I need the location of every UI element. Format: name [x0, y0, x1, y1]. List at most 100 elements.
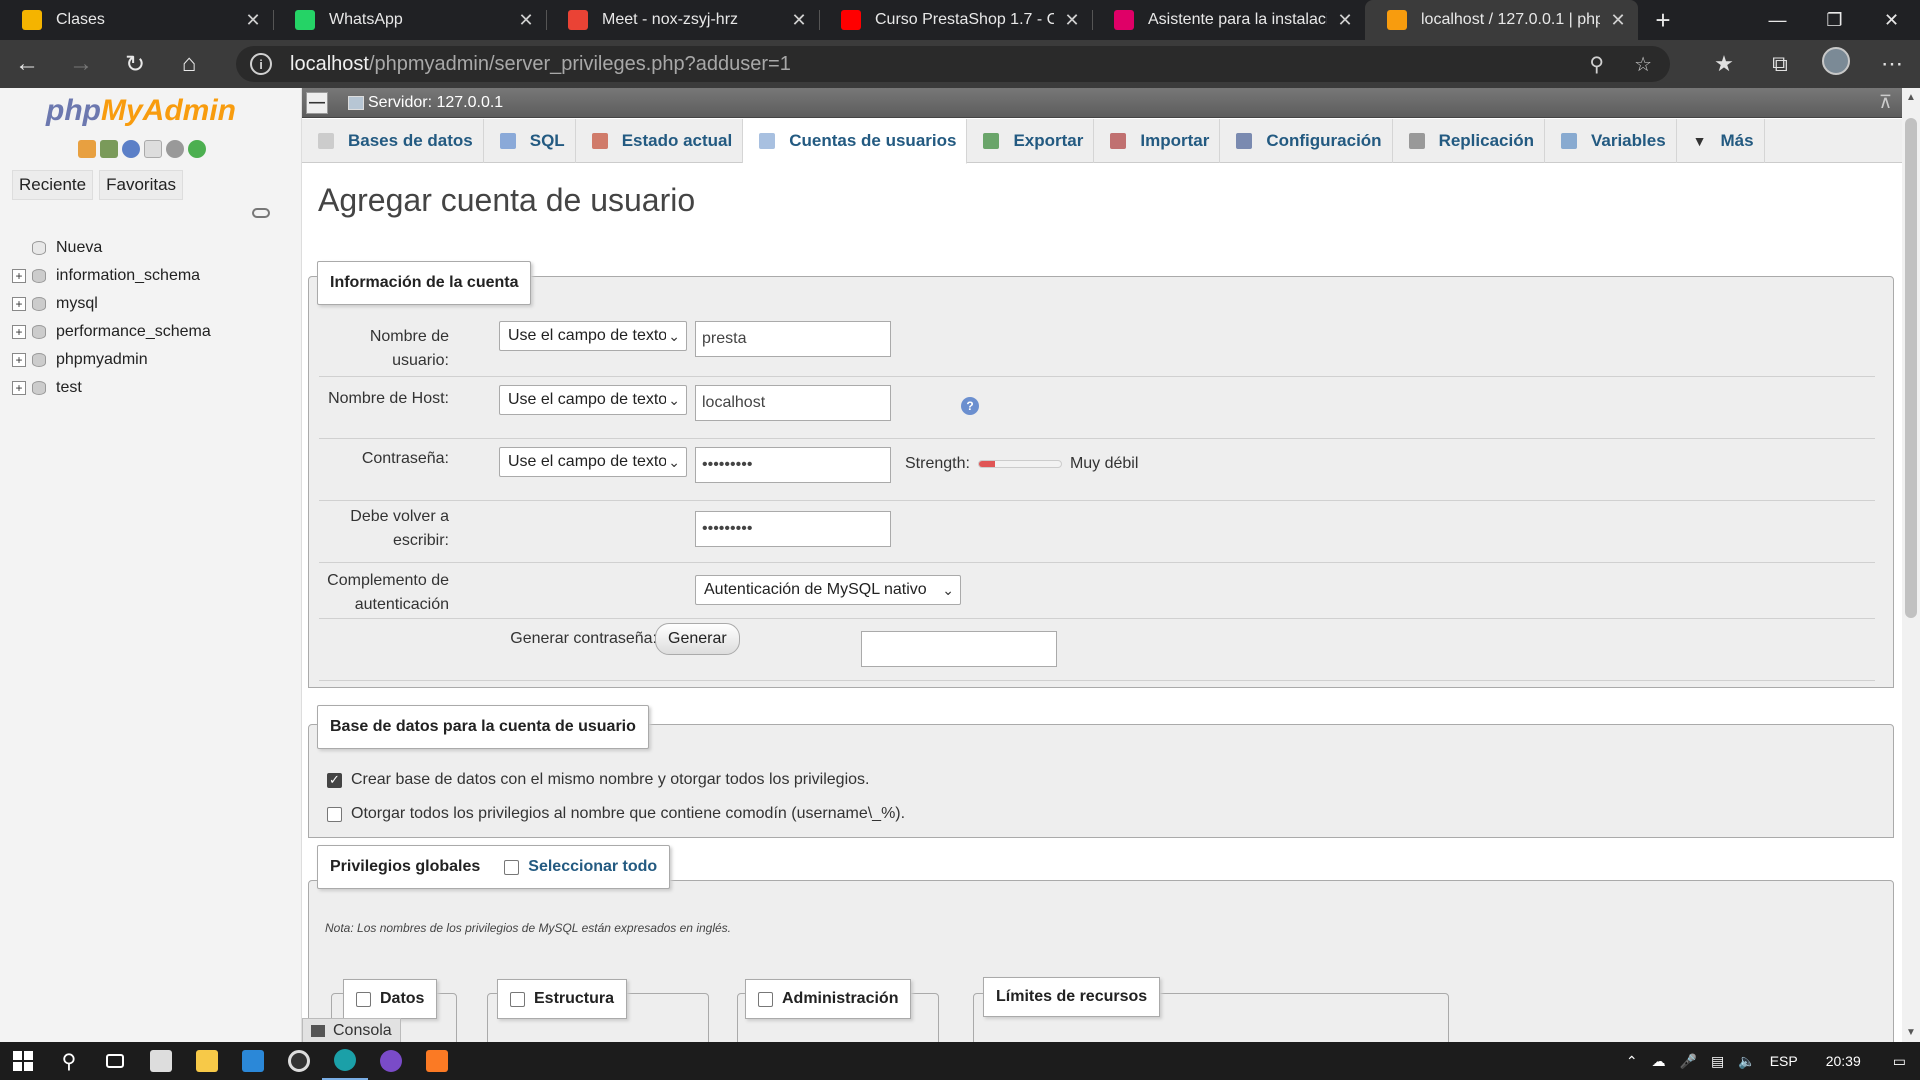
host-mode-select[interactable]: Use el campo de texto ⌄	[499, 385, 687, 415]
menu-tab-database[interactable]: Bases de datos	[302, 119, 484, 163]
host-input[interactable]: localhost	[695, 385, 891, 421]
create-db-checkbox[interactable]: ✓	[327, 772, 342, 788]
wildcard-db-option[interactable]: Otorgar todos los privilegios al nombre …	[327, 805, 905, 823]
expand-icon[interactable]: +	[12, 325, 26, 339]
admin-group-checkbox[interactable]	[758, 991, 773, 1007]
scroll-down-icon[interactable]: ▼	[1906, 1027, 1916, 1038]
password-input[interactable]: •••••••••	[695, 447, 891, 483]
tab-close-icon[interactable]: ✕	[516, 10, 536, 31]
retype-password-input[interactable]: •••••••••	[695, 511, 891, 547]
menu-tab-status[interactable]: Estado actual	[576, 119, 744, 163]
profile-avatar[interactable]	[1808, 47, 1864, 81]
menu-tab-chevron-down[interactable]: ▼ Más	[1677, 119, 1765, 163]
notifications-icon[interactable]: ▭	[1893, 1053, 1906, 1070]
restore-icon[interactable]: ❐	[1806, 0, 1863, 40]
minimize-icon[interactable]: —	[1749, 0, 1806, 40]
browser-tab[interactable]: Curso PrestaShop 1.7 - Cómo ✕	[819, 0, 1092, 40]
search-icon[interactable]: ⚲	[46, 1042, 92, 1080]
volume-icon[interactable]: 🔈	[1738, 1053, 1755, 1070]
tree-item-label[interactable]: test	[56, 379, 82, 397]
browser-tab[interactable]: Asistente para la instalación d ✕	[1092, 0, 1365, 40]
scroll-up-icon[interactable]: ▲	[1906, 92, 1916, 103]
select-all-option[interactable]: Seleccionar todo	[504, 858, 657, 876]
tree-item[interactable]: + information_schema	[12, 262, 211, 290]
menu-tab-variables[interactable]: Variables	[1545, 119, 1677, 163]
expand-icon[interactable]: +	[12, 381, 26, 395]
console-toggle[interactable]: Consola	[302, 1018, 401, 1042]
new-tab-button[interactable]: +	[1638, 0, 1688, 40]
microphone-icon[interactable]: 🎤	[1680, 1053, 1697, 1070]
tray-expand-icon[interactable]: ⌃	[1626, 1053, 1638, 1070]
page-scrollbar[interactable]: ▲ ▼	[1902, 88, 1920, 1042]
menu-tab-users[interactable]: Cuentas de usuarios	[743, 119, 968, 164]
auth-plugin-select[interactable]: Autenticación de MySQL nativo ⌄	[695, 575, 961, 605]
tree-item[interactable]: + performance_schema	[12, 318, 211, 346]
store-icon[interactable]	[138, 1042, 184, 1080]
scrollbar-thumb[interactable]	[1905, 118, 1917, 618]
browser-tab[interactable]: Meet - nox-zsyj-hrz ✕	[546, 0, 819, 40]
browser-tab[interactable]: localhost / 127.0.0.1 | phpMy ✕	[1365, 0, 1638, 40]
edge-icon[interactable]	[322, 1042, 368, 1080]
expand-icon[interactable]: +	[12, 297, 26, 311]
tree-item-label[interactable]: information_schema	[56, 267, 200, 285]
tree-item-label[interactable]: mysql	[56, 295, 98, 313]
menu-tab-import[interactable]: Importar	[1094, 119, 1221, 163]
key-icon[interactable]: ⚲	[1589, 52, 1604, 77]
logout-icon[interactable]	[100, 140, 118, 158]
close-window-icon[interactable]: ✕	[1863, 0, 1920, 40]
tab-close-icon[interactable]: ✕	[1335, 10, 1355, 31]
select-all-checkbox[interactable]	[504, 859, 520, 875]
help-icon[interactable]: ?	[961, 397, 979, 415]
collapse-nav-button[interactable]: —	[306, 91, 328, 114]
menu-tab-sql[interactable]: SQL	[484, 119, 576, 163]
collections-icon[interactable]: ⧉	[1752, 51, 1808, 77]
purple-app-icon[interactable]	[368, 1042, 414, 1080]
password-mode-select[interactable]: Use el campo de texto ⌄	[499, 447, 687, 477]
file-explorer-icon[interactable]	[184, 1042, 230, 1080]
menu-tab-wrench[interactable]: Configuración	[1220, 119, 1393, 163]
tree-item-label[interactable]: Nueva	[56, 239, 102, 257]
tab-close-icon[interactable]: ✕	[1062, 10, 1082, 31]
username-input[interactable]: presta	[695, 321, 891, 357]
media-app-icon[interactable]	[276, 1042, 322, 1080]
back-icon[interactable]: ←	[0, 50, 54, 78]
settings-icon[interactable]	[166, 140, 184, 158]
tree-item[interactable]: + test	[12, 374, 211, 402]
browser-tab[interactable]: Clases ✕	[0, 0, 273, 40]
tab-close-icon[interactable]: ✕	[1608, 10, 1628, 31]
forward-icon[interactable]: →	[54, 50, 108, 78]
server-label[interactable]: Servidor: 127.0.0.1	[368, 94, 503, 112]
expand-icon[interactable]: +	[12, 353, 26, 367]
menu-tab-export[interactable]: Exportar	[967, 119, 1095, 163]
xampp-icon[interactable]	[414, 1042, 460, 1080]
mail-icon[interactable]	[230, 1042, 276, 1080]
generate-button[interactable]: Generar	[655, 623, 740, 655]
favorites-icon[interactable]: ★	[1696, 51, 1752, 77]
network-icon[interactable]: ▤	[1711, 1053, 1724, 1070]
url-field[interactable]: i localhost /phpmyadmin/server_privilege…	[236, 46, 1670, 82]
username-mode-select[interactable]: Use el campo de texto ⌄	[499, 321, 687, 351]
structure-group-checkbox[interactable]	[510, 991, 525, 1007]
reload-icon[interactable]: ↻	[108, 50, 162, 79]
tree-item[interactable]: Nueva	[12, 234, 211, 262]
windows-start-icon[interactable]	[0, 1042, 46, 1080]
refresh-icon[interactable]	[188, 140, 206, 158]
tab-close-icon[interactable]: ✕	[789, 10, 809, 31]
generated-password-input[interactable]	[861, 631, 1057, 667]
data-group-checkbox[interactable]	[356, 991, 371, 1007]
recent-tab[interactable]: Reciente	[12, 170, 94, 200]
home-icon[interactable]: ⌂	[162, 50, 216, 78]
phpmyadmin-logo[interactable]: phpMyAdmin	[46, 94, 236, 128]
more-menu-icon[interactable]: ⋯	[1864, 51, 1920, 77]
home-icon[interactable]	[78, 140, 96, 158]
tree-item-label[interactable]: phpmyadmin	[56, 351, 148, 369]
docs-icon[interactable]	[144, 140, 162, 158]
collapse-top-icon[interactable]: ⊼	[1879, 92, 1892, 113]
tab-close-icon[interactable]: ✕	[243, 10, 263, 31]
help-icon[interactable]	[122, 140, 140, 158]
link-icon[interactable]	[252, 208, 270, 218]
site-info-icon[interactable]: i	[250, 53, 272, 75]
menu-tab-replication[interactable]: Replicación	[1393, 119, 1545, 163]
structure-group-legend[interactable]: Estructura	[497, 979, 628, 1019]
wildcard-db-checkbox[interactable]	[327, 806, 342, 822]
